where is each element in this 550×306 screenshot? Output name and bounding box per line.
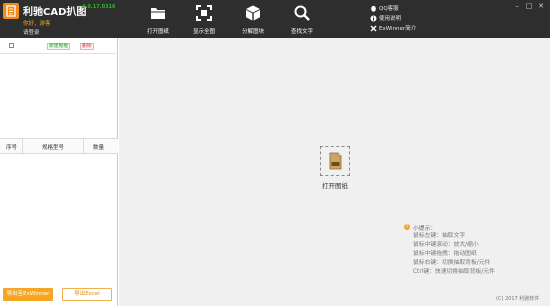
tips-title: 小提示： (413, 226, 437, 232)
minimize-icon[interactable]: – (512, 2, 522, 10)
column-header-quantity[interactable]: 数量 (93, 143, 104, 151)
explode-block-button[interactable]: 分解图块 (233, 3, 273, 36)
tip-line: 鼠标中键拖拽：拖动图纸 (413, 251, 477, 257)
open-drawing-label: 打开图纸 (322, 182, 348, 190)
delete-button[interactable]: 删除 (80, 43, 94, 50)
column-header-model[interactable]: 规格型号 (42, 143, 64, 151)
export-to-exwinner-button[interactable]: 导出至ExWinner (3, 288, 53, 301)
new-group-button[interactable]: 新建框框 (47, 43, 71, 50)
app-title: 利驰CAD扒图 (23, 7, 87, 18)
column-header-index[interactable]: 序号 (6, 143, 17, 151)
table-header: 序号 规格型号 数量 (0, 138, 118, 155)
fit-view-icon (196, 5, 212, 21)
select-all-checkbox[interactable] (9, 43, 14, 48)
magnifier-icon (294, 5, 310, 21)
fit-view-button[interactable]: 显示全图 (184, 3, 224, 36)
folder-icon (151, 8, 165, 19)
drawing-file-icon (329, 152, 342, 170)
find-text-button[interactable]: 查找文字 (282, 3, 322, 36)
cube-icon (246, 5, 260, 21)
tip-line: 鼠标中键滚动：放大/缩小 (413, 242, 479, 248)
tip-line: Ctrl键：快速切换抽取背板/元件 (413, 269, 495, 275)
drawing-canvas[interactable]: 打开图纸 ! 小提示： 鼠标左键：抽取文字 鼠标中键滚动：放大/缩小 鼠标中键拖… (119, 38, 550, 306)
tip-line: 鼠标左键：抽取文字 (413, 233, 466, 239)
close-icon[interactable]: ✕ (536, 2, 546, 10)
toolbar-label: 打开图纸 (146, 29, 169, 35)
exwinner-logo-icon (370, 25, 377, 32)
version-badge: 4.0.17.0316 (82, 4, 116, 10)
tips-header: ! 小提示： (404, 223, 544, 232)
open-drawing-placeholder[interactable]: 打开图纸 (311, 146, 359, 196)
open-drawing-button[interactable]: 打开图纸 (138, 3, 178, 36)
login-link[interactable]: 请登录 (23, 28, 40, 36)
toolbar-label: 显示全图 (192, 29, 215, 35)
top-bar: 利驰CAD扒图 4.0.17.0316 你好，游客 请登录 打开图纸 显示全图 … (0, 0, 550, 38)
tip-line: 鼠标右键：切换抽取背板/元件 (413, 260, 491, 266)
column-divider (83, 139, 84, 155)
group-toolbar: 新建框框 删除 (0, 38, 118, 54)
qq-penguin-icon (370, 5, 377, 12)
copyright-text: (C) 2017 利驰软件 (496, 296, 540, 302)
exwinner-intro-link[interactable]: ExWinner简介 (370, 24, 416, 32)
user-guide-link[interactable]: 使用说明 (370, 14, 401, 22)
greeting-text: 你好，游客 (23, 21, 51, 27)
column-divider (22, 139, 23, 155)
toolbar-label: 分解图块 (241, 29, 264, 35)
qq-service-link[interactable]: QQ客服 (370, 4, 399, 12)
tips-panel: ! 小提示： 鼠标左键：抽取文字 鼠标中键滚动：放大/缩小 鼠标中键拖拽：拖动图… (404, 223, 544, 277)
app-logo-icon (3, 3, 19, 19)
lightbulb-icon: ! (404, 224, 410, 230)
maximize-icon[interactable]: □ (524, 2, 534, 10)
export-excel-button[interactable]: 导出Excel (62, 288, 112, 301)
drawing-file-frame (320, 146, 350, 176)
info-circle-icon (370, 15, 377, 22)
toolbar-label: 查找文字 (290, 29, 313, 35)
left-panel: 新建框框 删除 序号 规格型号 数量 导出至ExWinner 导出Excel (0, 38, 118, 306)
